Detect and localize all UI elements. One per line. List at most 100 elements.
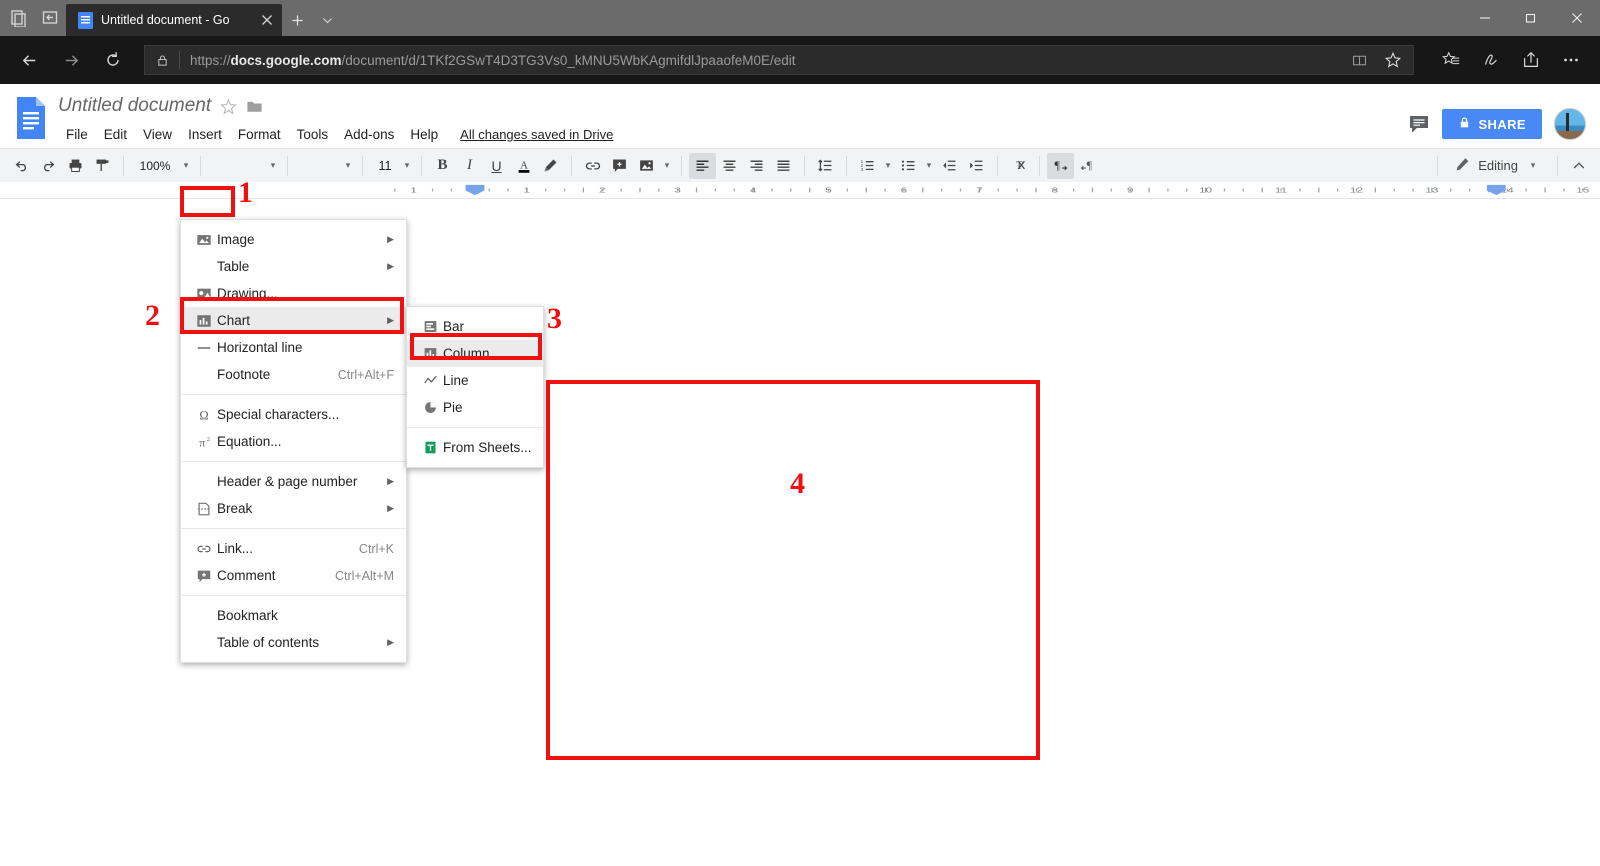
font-family-placeholder[interactable] [295, 153, 341, 179]
share-icon[interactable] [1512, 41, 1550, 79]
menu-item-break[interactable]: Break ▶ [181, 495, 406, 522]
menu-addons[interactable]: Add-ons [336, 123, 402, 146]
close-window-button[interactable] [1554, 0, 1600, 36]
star-icon[interactable] [220, 97, 237, 115]
paragraph-style-caret-icon[interactable]: ▾ [266, 160, 280, 171]
align-center-icon[interactable] [716, 153, 743, 179]
add-comment-icon[interactable] [606, 153, 633, 179]
comment-icon[interactable] [1408, 113, 1430, 135]
menu-file[interactable]: File [58, 123, 96, 146]
zoom-caret-icon[interactable]: ▾ [179, 160, 193, 171]
paragraph-rtl-icon[interactable]: ¶ [1074, 153, 1101, 179]
chart-menu-item-column[interactable]: Column [407, 340, 543, 367]
redo-button[interactable] [35, 153, 62, 179]
menu-edit[interactable]: Edit [96, 123, 135, 146]
chart-menu-item-bar[interactable]: Bar [407, 313, 543, 340]
menu-item-table[interactable]: Table ▶ [181, 253, 406, 280]
svg-text:¶: ¶ [1055, 158, 1061, 172]
text-color-button[interactable]: A [510, 153, 537, 179]
address-bar[interactable]: https://docs.google.com/document/d/1TKf2… [144, 45, 1414, 75]
menu-item-drawing[interactable]: Drawing... [181, 280, 406, 307]
equation-icon: π2 [191, 434, 217, 450]
link-icon[interactable] [579, 153, 606, 179]
decrease-indent-icon[interactable] [936, 153, 963, 179]
menu-item-horizontal-line[interactable]: Horizontal line [181, 334, 406, 361]
toolbar-divider [421, 155, 422, 176]
insert-menu-popup[interactable]: Image ▶ Table ▶ Drawing... Chart ▶ Horiz… [180, 219, 407, 663]
undo-button[interactable] [8, 153, 35, 179]
paint-format-icon[interactable] [89, 153, 116, 179]
menu-item-equation[interactable]: π2 Equation... [181, 428, 406, 455]
font-caret-icon[interactable]: ▾ [341, 160, 355, 171]
set-aside-tabs-icon[interactable] [42, 9, 60, 27]
chart-submenu-popup[interactable]: Bar Column Line Pie From Sheets... [406, 306, 544, 468]
image-caret-icon[interactable]: ▾ [660, 160, 674, 171]
font-size-input[interactable]: 11 [370, 153, 400, 179]
editing-mode-button[interactable]: Editing ▾ [1445, 157, 1550, 175]
chart-menu-item-from-sheets[interactable]: From Sheets... [407, 434, 543, 461]
print-icon[interactable] [62, 153, 89, 179]
numbered-list-icon[interactable]: 123 [854, 153, 881, 179]
folder-icon[interactable] [246, 98, 263, 115]
forward-button[interactable] [52, 41, 90, 79]
refresh-button[interactable] [94, 41, 132, 79]
svg-text:3: 3 [674, 187, 681, 195]
chart-menu-item-line[interactable]: Line [407, 367, 543, 394]
align-justify-icon[interactable] [770, 153, 797, 179]
editing-mode-caret-icon[interactable]: ▾ [1526, 160, 1540, 171]
avatar[interactable] [1554, 108, 1586, 140]
highlighter-icon[interactable] [537, 153, 564, 179]
menu-format[interactable]: Format [230, 123, 289, 146]
back-button[interactable] [10, 41, 48, 79]
align-right-icon[interactable] [743, 153, 770, 179]
tab-list-dropdown-icon[interactable] [312, 4, 342, 36]
align-left-icon[interactable] [689, 152, 716, 179]
menu-item-table-of-contents[interactable]: Table of contents ▶ [181, 629, 406, 656]
more-icon[interactable] [1552, 41, 1590, 79]
numbered-list-caret-icon[interactable]: ▾ [881, 160, 895, 171]
bulleted-list-icon[interactable] [895, 153, 922, 179]
italic-button[interactable]: I [456, 153, 483, 179]
web-note-icon[interactable] [1472, 41, 1510, 79]
menu-item-footnote[interactable]: Footnote Ctrl+Alt+F [181, 361, 406, 388]
line-spacing-icon[interactable] [812, 153, 839, 179]
menu-item-chart[interactable]: Chart ▶ [181, 307, 406, 334]
menu-tools[interactable]: Tools [289, 123, 337, 146]
maximize-button[interactable] [1508, 0, 1554, 36]
underline-button[interactable]: U [483, 153, 510, 179]
tab-preview-icon[interactable] [10, 9, 28, 28]
menu-item-image[interactable]: Image ▶ [181, 226, 406, 253]
close-icon[interactable] [260, 13, 274, 27]
reading-view-icon[interactable] [1343, 46, 1375, 74]
browser-tab[interactable]: Untitled document - Go [66, 4, 282, 36]
menu-insert[interactable]: Insert [180, 123, 230, 146]
menu-item-header-page-number[interactable]: Header & page number ▶ [181, 468, 406, 495]
menu-item-bookmark[interactable]: Bookmark [181, 602, 406, 629]
favorites-hub-icon[interactable] [1432, 41, 1470, 79]
paragraph-ltr-icon[interactable]: ¶ [1047, 152, 1074, 179]
menu-view[interactable]: View [135, 123, 180, 146]
chart-menu-item-pie[interactable]: Pie [407, 394, 543, 421]
increase-indent-icon[interactable] [963, 153, 990, 179]
bold-button[interactable]: B [429, 153, 456, 179]
document-title[interactable]: Untitled document [58, 95, 211, 117]
bulleted-list-caret-icon[interactable]: ▾ [922, 160, 936, 171]
google-docs-logo[interactable] [14, 96, 48, 140]
menu-item-special-characters[interactable]: Ω Special characters... [181, 401, 406, 428]
break-icon [191, 501, 217, 517]
menu-help[interactable]: Help [402, 123, 446, 146]
menu-item-link[interactable]: Link... Ctrl+K [181, 535, 406, 562]
save-status[interactable]: All changes saved in Drive [460, 127, 613, 142]
zoom-level[interactable]: 100% [131, 153, 179, 179]
minimize-button[interactable] [1462, 0, 1508, 36]
collapse-toolbar-button[interactable] [1565, 153, 1592, 179]
svg-text:8: 8 [1051, 187, 1058, 195]
favorite-star-icon[interactable] [1377, 46, 1409, 74]
new-tab-button[interactable] [282, 4, 312, 36]
share-button[interactable]: SHARE [1442, 109, 1542, 139]
clear-formatting-icon[interactable]: T [1005, 153, 1032, 179]
font-size-caret-icon[interactable]: ▾ [400, 160, 414, 171]
paragraph-style-placeholder[interactable] [208, 153, 266, 179]
menu-item-comment[interactable]: Comment Ctrl+Alt+M [181, 562, 406, 589]
insert-image-icon[interactable] [633, 153, 660, 179]
